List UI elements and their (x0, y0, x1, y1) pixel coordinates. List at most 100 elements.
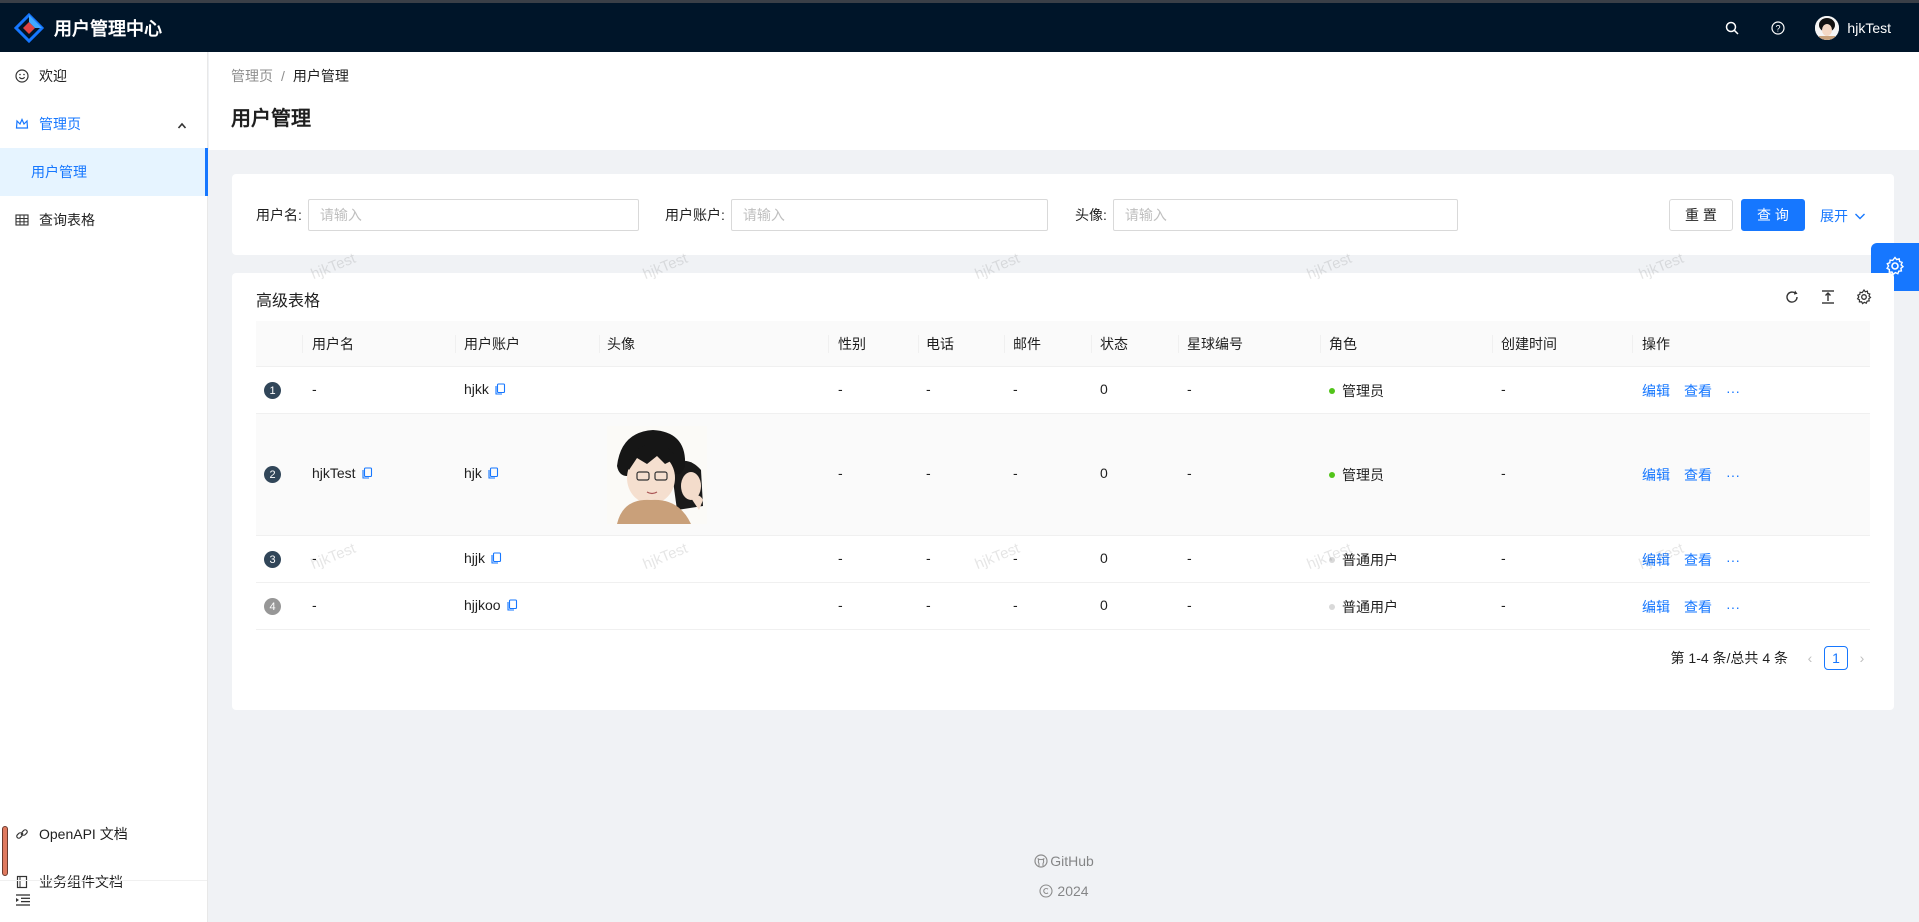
table-row[interactable]: 2 hjkTest hjk - - - 0 - 管理员 - 编辑 查看 ··· (256, 414, 1870, 536)
copy-icon[interactable] (506, 599, 518, 611)
user-avatar-image[interactable] (607, 426, 707, 524)
row-index: 4 (264, 598, 281, 615)
breadcrumb: 管理页 / 用户管理 (231, 66, 349, 86)
user-avatar[interactable] (1815, 15, 1840, 40)
github-icon (1034, 854, 1048, 868)
view-link[interactable]: 查看 (1684, 381, 1712, 401)
page-number[interactable]: 1 (1824, 646, 1848, 670)
column-header: 性别 (838, 335, 866, 352)
reset-button[interactable]: 重 置 (1669, 199, 1733, 231)
sidebar-item-admin[interactable]: 管理页 (0, 100, 207, 148)
column-header: 用户名 (312, 335, 354, 352)
more-icon[interactable]: ··· (1726, 383, 1740, 399)
breadcrumb-root[interactable]: 管理页 (231, 68, 273, 84)
edit-link[interactable]: 编辑 (1642, 550, 1670, 570)
menu-fold-icon (15, 893, 31, 910)
edit-link[interactable]: 编辑 (1642, 465, 1670, 485)
edit-link[interactable]: 编辑 (1642, 597, 1670, 617)
row-index: 2 (264, 466, 281, 483)
breadcrumb-current: 用户管理 (292, 68, 349, 84)
view-link[interactable]: 查看 (1684, 597, 1712, 617)
sidebar-item-label: OpenAPI 文档 (39, 826, 128, 842)
github-link[interactable]: GitHub (209, 846, 1919, 876)
row-index: 1 (264, 382, 281, 399)
sidebar-item-label: 欢迎 (39, 68, 67, 84)
menu-collapse-button[interactable] (0, 880, 207, 922)
cell-username: hjkTest (312, 465, 356, 481)
smile-icon (15, 69, 29, 83)
query-button[interactable]: 查 询 (1741, 199, 1805, 231)
cell-account: hjjkoo (464, 597, 501, 613)
chevron-down-icon (1854, 210, 1866, 222)
cell-role: 管理员 (1342, 383, 1384, 399)
expand-button[interactable]: 展开 (1820, 206, 1866, 226)
github-label: GitHub (1050, 853, 1094, 869)
sidebar-item-label: 用户管理 (31, 164, 87, 180)
view-link[interactable]: 查看 (1684, 465, 1712, 485)
scroll-handle[interactable] (2, 826, 8, 876)
cell-phone: - (926, 465, 931, 481)
setting-icon[interactable] (1856, 289, 1872, 305)
cell-role: 普通用户 (1342, 599, 1398, 615)
expand-label: 展开 (1820, 208, 1848, 224)
role-dot (1329, 472, 1335, 478)
account-label: 用户账户: (665, 207, 725, 223)
top-header: 用户管理中心 ? hjkTest (0, 0, 1919, 52)
cell-account: hjjk (464, 550, 486, 566)
cell-phone: - (926, 550, 931, 566)
copyright-icon (1039, 884, 1053, 898)
view-link[interactable]: 查看 (1684, 550, 1712, 570)
app-title: 用户管理中心 (54, 18, 162, 39)
column-header: 状态 (1100, 335, 1128, 352)
help-icon[interactable]: ? (1769, 19, 1787, 37)
sidebar-item-query-table[interactable]: 查询表格 (0, 196, 207, 244)
cell-gender: - (838, 597, 843, 613)
copy-icon[interactable] (494, 383, 506, 395)
column-header: 邮件 (1013, 335, 1041, 352)
app-logo[interactable]: 用户管理中心 (14, 12, 162, 43)
avatar-label: 头像: (1075, 207, 1107, 223)
cell-created: - (1501, 465, 1506, 481)
search-icon[interactable] (1723, 19, 1741, 37)
username-input[interactable]: 请输入 (307, 199, 639, 231)
chevron-left-icon[interactable]: ‹ (1802, 650, 1818, 666)
cell-role: 普通用户 (1342, 552, 1398, 568)
more-icon[interactable]: ··· (1726, 467, 1740, 483)
svg-text:?: ? (1776, 23, 1781, 33)
copyright: 2024 (209, 876, 1919, 906)
table-row[interactable]: 4 - hjjkoo - - - 0 - 普通用户 - 编辑 查看 ··· (256, 583, 1870, 630)
cell-email: - (1013, 550, 1018, 566)
sidebar-item-user-management[interactable]: 用户管理 (0, 148, 208, 196)
edit-link[interactable]: 编辑 (1642, 381, 1670, 401)
pagination-summary: 第 1-4 条/总共 4 条 (1670, 650, 1788, 666)
account-input[interactable]: 请输入 (730, 199, 1048, 231)
column-header: 头像 (607, 335, 635, 352)
copy-icon[interactable] (490, 552, 502, 564)
username-label: 用户名: (256, 207, 302, 223)
more-icon[interactable]: ··· (1726, 599, 1740, 615)
cell-username: - (312, 597, 317, 613)
column-height-icon[interactable] (1820, 289, 1836, 305)
more-icon[interactable]: ··· (1726, 552, 1740, 568)
cell-phone: - (926, 381, 931, 397)
cell-status: 0 (1100, 550, 1108, 566)
cell-created: - (1501, 550, 1506, 566)
reload-icon[interactable] (1784, 289, 1800, 305)
copy-icon[interactable] (361, 467, 373, 479)
table-row[interactable]: 1 - hjkk - - - 0 - 管理员 - 编辑 查看 ··· (256, 367, 1870, 414)
avatar-input[interactable]: 请输入 (1112, 199, 1458, 231)
copy-icon[interactable] (487, 467, 499, 479)
cell-username: - (312, 550, 317, 566)
table-row[interactable]: 3 - hjjk - - - 0 - 普通用户 - 编辑 查看 ··· (256, 536, 1870, 583)
search-form: 用户名: 请输入 用户账户: 请输入 头像: 请输入 重 置 查 询 展开 (232, 174, 1894, 255)
cell-account: hjkk (464, 381, 489, 397)
cell-email: - (1013, 465, 1018, 481)
cell-status: 0 (1100, 597, 1108, 613)
column-header: 星球编号 (1187, 335, 1243, 352)
user-name[interactable]: hjkTest (1847, 20, 1891, 36)
sidebar-item-openapi[interactable]: OpenAPI 文档 (0, 810, 207, 858)
chevron-right-icon[interactable]: › (1854, 650, 1870, 666)
column-header: 创建时间 (1501, 335, 1557, 352)
sidebar-item-label: 查询表格 (39, 212, 95, 228)
sidebar-item-welcome[interactable]: 欢迎 (0, 52, 207, 100)
